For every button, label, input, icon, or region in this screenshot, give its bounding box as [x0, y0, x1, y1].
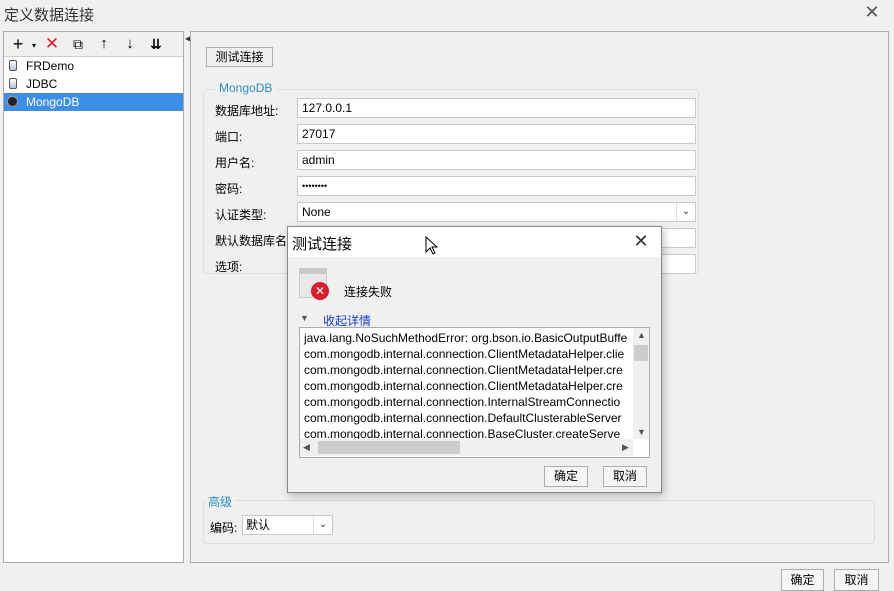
port-field[interactable]: 27017 — [297, 124, 696, 144]
mouse-cursor-icon — [425, 236, 439, 255]
scroll-left-icon[interactable]: ◀ — [303, 442, 310, 453]
database-icon — [9, 78, 17, 89]
tree-item-jdbc[interactable]: JDBC — [4, 75, 183, 93]
encoding-select[interactable]: 默认 ⌄ — [242, 515, 333, 535]
trace-line: com.mongodb.internal.connection.ClientMe… — [304, 363, 623, 377]
error-document-header — [299, 268, 327, 274]
vertical-scroll-thumb[interactable] — [634, 345, 648, 361]
cancel-button[interactable]: 取消 — [834, 569, 879, 591]
user-field[interactable]: admin — [297, 150, 696, 170]
mongodb-icon — [7, 96, 18, 107]
window-title: 定义数据连接 — [4, 7, 95, 24]
tree-item-label: MongoDB — [26, 95, 80, 109]
error-icon: ✕ — [311, 282, 329, 300]
scroll-up-icon[interactable]: ▲ — [637, 330, 646, 340]
trace-line: com.mongodb.internal.connection.ClientMe… — [304, 379, 623, 393]
tree-toolbar: + ▾ ✕ ⧉ ↑ ↓ ⇊ — [4, 32, 183, 57]
tree-item-label: FRDemo — [26, 59, 75, 73]
add-dropdown-icon[interactable]: ▾ — [24, 36, 44, 56]
dialog-ok-button[interactable]: 确定 — [544, 466, 588, 487]
chevron-down-icon[interactable]: ⌄ — [313, 516, 332, 534]
options-label: 选项: — [215, 260, 243, 274]
test-connection-button[interactable]: 测试连接 — [206, 47, 273, 67]
host-field[interactable]: 127.0.0.1 — [297, 98, 696, 118]
database-icon — [9, 60, 17, 71]
default-db-label: 默认数据库名 — [215, 234, 288, 248]
error-message: 连接失败 — [344, 285, 393, 299]
move-up-icon[interactable]: ↑ — [94, 34, 114, 54]
dialog-cancel-button[interactable]: 取消 — [603, 466, 647, 487]
port-label: 端口: — [215, 130, 243, 144]
scroll-right-icon[interactable]: ▶ — [622, 442, 629, 453]
encoding-label: 编码: — [210, 521, 238, 535]
mongodb-group-title: MongoDB — [215, 81, 277, 95]
advanced-group-title: 高级 — [205, 493, 236, 510]
trace-line: java.lang.NoSuchMethodError: org.bson.io… — [304, 331, 628, 345]
dialog-title: 测试连接 — [292, 236, 353, 253]
trace-line: com.mongodb.internal.connection.DefaultC… — [304, 411, 622, 425]
host-label: 数据库地址: — [215, 104, 279, 118]
tree-item-mongodb[interactable]: MongoDB — [4, 93, 183, 111]
auth-type-value: None — [302, 205, 331, 219]
copy-icon[interactable]: ⧉ — [68, 34, 88, 54]
password-field[interactable]: •••••••• — [297, 176, 696, 196]
scroll-down-icon[interactable]: ▼ — [637, 427, 646, 437]
delete-icon[interactable]: ✕ — [42, 34, 62, 54]
tree-item-label: JDBC — [26, 77, 58, 91]
connection-tree-panel: + ▾ ✕ ⧉ ↑ ↓ ⇊ FRDemo JDBC MongoDB — [3, 31, 184, 563]
window-close-icon[interactable]: ✕ — [862, 2, 882, 22]
password-label: 密码: — [215, 182, 243, 196]
trace-line: com.mongodb.internal.connection.Internal… — [304, 395, 621, 409]
auth-type-label: 认证类型: — [215, 208, 267, 222]
ok-button[interactable]: 确定 — [781, 569, 824, 591]
user-label: 用户名: — [215, 156, 255, 170]
sort-icon[interactable]: ⇊ — [146, 34, 166, 54]
encoding-value: 默认 — [246, 518, 271, 532]
auth-type-select[interactable]: None ⌄ — [297, 202, 696, 222]
horizontal-scroll-thumb[interactable] — [318, 441, 460, 454]
trace-line: com.mongodb.internal.connection.ClientMe… — [304, 347, 625, 361]
chevron-down-icon[interactable]: ⌄ — [676, 203, 695, 221]
collapse-triangle-icon[interactable]: ▼ — [300, 313, 309, 323]
move-down-icon[interactable]: ↓ — [120, 34, 140, 54]
dialog-close-icon[interactable]: ✕ — [631, 231, 651, 251]
tree-item-frdemo[interactable]: FRDemo — [4, 57, 183, 75]
